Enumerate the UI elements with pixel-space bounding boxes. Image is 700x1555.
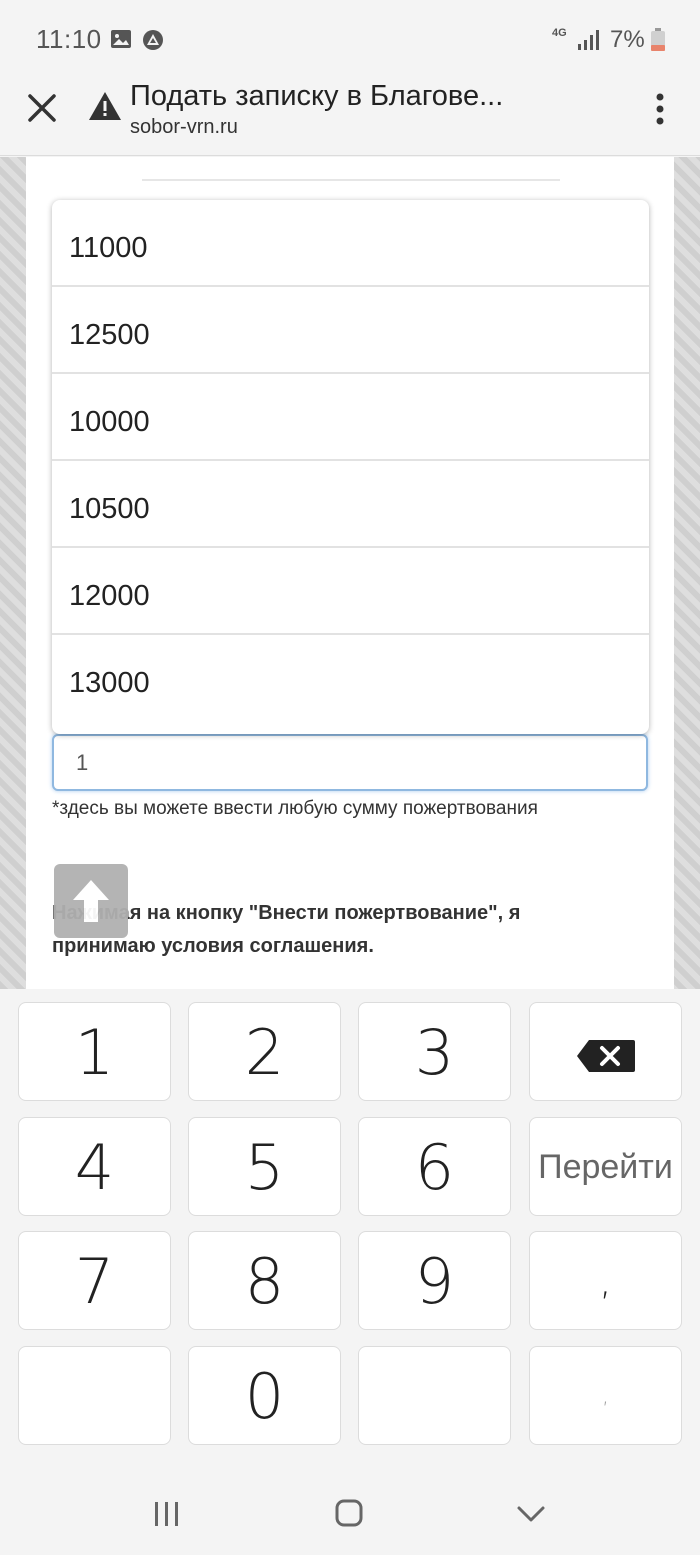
donation-amount-input[interactable]: 1	[52, 734, 648, 791]
terms-line-1: Нажимая на кнопку "Внести пожертвование"…	[52, 902, 521, 924]
alert-notification-icon	[143, 30, 163, 50]
status-time: 11:10	[36, 24, 102, 54]
key-7[interactable]: 7	[18, 1231, 171, 1330]
network-type: 4G	[552, 27, 567, 39]
divider	[142, 179, 560, 181]
key-3[interactable]: 3	[358, 1002, 511, 1101]
dropdown-option[interactable]: 10000	[52, 374, 649, 461]
image-notification-icon	[111, 30, 131, 48]
dropdown-option[interactable]: 12500	[52, 287, 649, 374]
browser-header: Подать записку в Благове... sobor-vrn.ru	[0, 80, 700, 156]
dropdown-option[interactable]: 10500	[52, 461, 649, 548]
terms-line-2: принимаю условия соглашения.	[52, 935, 374, 957]
back-icon[interactable]	[516, 1504, 546, 1524]
key-1[interactable]: 1	[18, 1002, 171, 1101]
battery-percent: 7%	[610, 26, 645, 53]
key-backspace[interactable]	[529, 1002, 682, 1101]
key-8[interactable]: 8	[188, 1231, 341, 1330]
amount-dropdown: 11000 12500 10000 10500 12000 13000	[52, 200, 649, 734]
key-blank-right[interactable]	[358, 1346, 511, 1445]
numeric-keyboard: 1 2 3 4 5 6 Перейти 7 8 9 , 0 ,	[0, 989, 700, 1454]
arrow-up-icon	[73, 880, 109, 922]
terms-notice: Нажимая на кнопку "Внести пожертвование"…	[52, 897, 632, 963]
home-icon[interactable]	[334, 1498, 364, 1528]
amount-hint: *здесь вы можете ввести любую сумму поже…	[52, 798, 538, 819]
dropdown-option[interactable]: 11000	[52, 200, 649, 287]
screen: 11:10 4G 7% Подать записку в Благове... …	[0, 0, 700, 1555]
backspace-icon	[576, 1040, 635, 1072]
close-icon[interactable]	[22, 88, 62, 128]
dropdown-option[interactable]: 13000	[52, 635, 649, 722]
more-options-icon[interactable]	[644, 92, 676, 126]
battery-icon	[651, 28, 665, 51]
scroll-to-top-button[interactable]	[54, 864, 128, 938]
key-2[interactable]: 2	[188, 1002, 341, 1101]
recent-apps-icon[interactable]	[152, 1500, 182, 1528]
status-bar: 11:10 4G 7%	[0, 0, 700, 80]
key-9[interactable]: 9	[358, 1231, 511, 1330]
warning-icon[interactable]	[88, 90, 122, 122]
key-4[interactable]: 4	[18, 1117, 171, 1216]
key-6[interactable]: 6	[358, 1117, 511, 1216]
dropdown-option[interactable]: 12000	[52, 548, 649, 635]
key-blank-left[interactable]	[18, 1346, 171, 1445]
page-title: Подать записку в Благове...	[130, 80, 504, 112]
key-go[interactable]: Перейти	[529, 1117, 682, 1216]
key-0[interactable]: 0	[188, 1346, 341, 1445]
system-nav-bar	[0, 1454, 700, 1555]
signal-icon	[578, 30, 599, 50]
page-url: sobor-vrn.ru	[130, 116, 238, 138]
key-5[interactable]: 5	[188, 1117, 341, 1216]
key-comma[interactable]: ,	[529, 1231, 682, 1330]
key-comma-alt[interactable]: ,	[529, 1346, 682, 1445]
